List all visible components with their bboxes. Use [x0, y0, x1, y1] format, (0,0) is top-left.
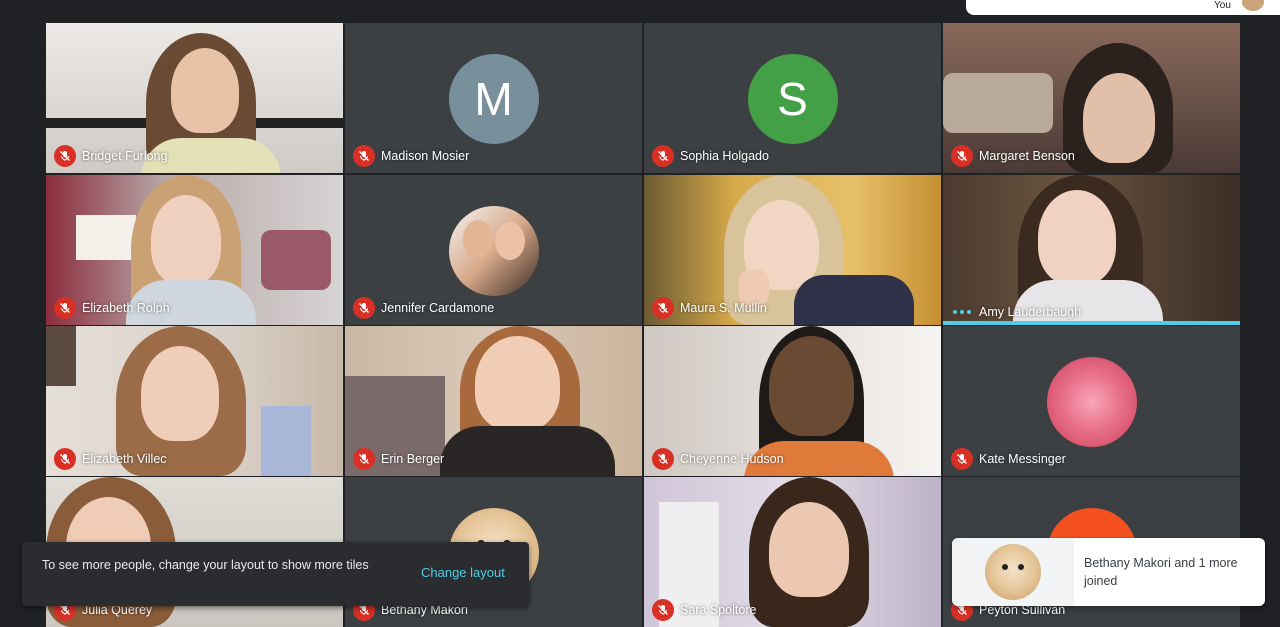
mic-off-icon	[54, 297, 76, 319]
participant-tile[interactable]: Cheyenne Hudson	[644, 326, 941, 476]
participant-name: Jennifer Cardamone	[381, 301, 495, 315]
participant-name: Erin Berger	[381, 452, 445, 466]
participant-tile[interactable]: M Madison Mosier	[345, 23, 642, 173]
mic-off-icon	[652, 448, 674, 470]
participant-tile[interactable]: Sara Spoltore	[644, 477, 941, 627]
participant-name: Sara Spoltore	[680, 603, 757, 617]
participant-tile[interactable]: Jennifer Cardamone	[345, 175, 642, 325]
mic-off-icon	[353, 145, 375, 167]
participant-tile[interactable]: Bridget Furlong	[46, 23, 343, 173]
joiner-thumbnail	[952, 538, 1074, 606]
change-layout-button[interactable]: Change layout	[421, 565, 505, 580]
speaking-indicator-icon	[951, 310, 973, 314]
rose-profile-avatar	[1046, 357, 1137, 447]
active-speaker-indicator	[943, 321, 1240, 325]
participant-name: Bridget Furlong	[82, 149, 168, 163]
letter-avatar: S	[747, 54, 838, 144]
participant-name: Margaret Benson	[979, 149, 1075, 163]
video-feed	[943, 175, 1240, 325]
participant-tile[interactable]: Kate Messinger	[943, 326, 1240, 476]
mic-off-icon	[54, 145, 76, 167]
participant-name: Elizabeth Villec	[82, 452, 167, 466]
mic-off-icon	[54, 448, 76, 470]
letter-avatar: M	[448, 54, 539, 144]
mic-off-icon	[652, 599, 674, 621]
participant-name: Sophia Holgado	[680, 149, 769, 163]
you-label: You	[1214, 0, 1231, 11]
participant-tile[interactable]: Maura S. Mullin	[644, 175, 941, 325]
mic-off-icon	[353, 297, 375, 319]
participant-tile[interactable]: Erin Berger	[345, 326, 642, 476]
mic-off-icon	[951, 145, 973, 167]
join-toast-message: Bethany Makori and 1 more joined	[1084, 556, 1238, 588]
participant-name: Kate Messinger	[979, 452, 1066, 466]
participant-name: Amy Lauderbaugh	[979, 305, 1082, 319]
mic-off-icon	[652, 145, 674, 167]
participant-tile[interactable]: Margaret Benson	[943, 23, 1240, 173]
participant-tile[interactable]: Amy Lauderbaugh	[943, 175, 1240, 325]
mic-off-icon	[951, 448, 973, 470]
participant-name: Elizabeth Rolph	[82, 301, 170, 315]
participant-name: Madison Mosier	[381, 149, 470, 163]
layout-toast-message: To see more people, change your layout t…	[42, 558, 369, 572]
top-controls-bar: You	[966, 0, 1280, 15]
participant-name: Cheyenne Hudson	[680, 452, 784, 466]
profile-photo-avatar	[448, 206, 539, 296]
participant-tile[interactable]: Elizabeth Villec	[46, 326, 343, 476]
mic-off-icon	[652, 297, 674, 319]
participant-tile[interactable]: Elizabeth Rolph	[46, 175, 343, 325]
self-avatar	[1242, 0, 1264, 11]
participant-tile[interactable]: S Sophia Holgado	[644, 23, 941, 173]
participant-name: Maura S. Mullin	[680, 301, 767, 315]
mic-off-icon	[353, 448, 375, 470]
join-notification-toast[interactable]: Bethany Makori and 1 more joined	[952, 538, 1265, 606]
participant-grid: Bridget Furlong M Madison Mosier S Sophi…	[46, 23, 1242, 627]
layout-notification-toast: To see more people, change your layout t…	[22, 542, 529, 606]
